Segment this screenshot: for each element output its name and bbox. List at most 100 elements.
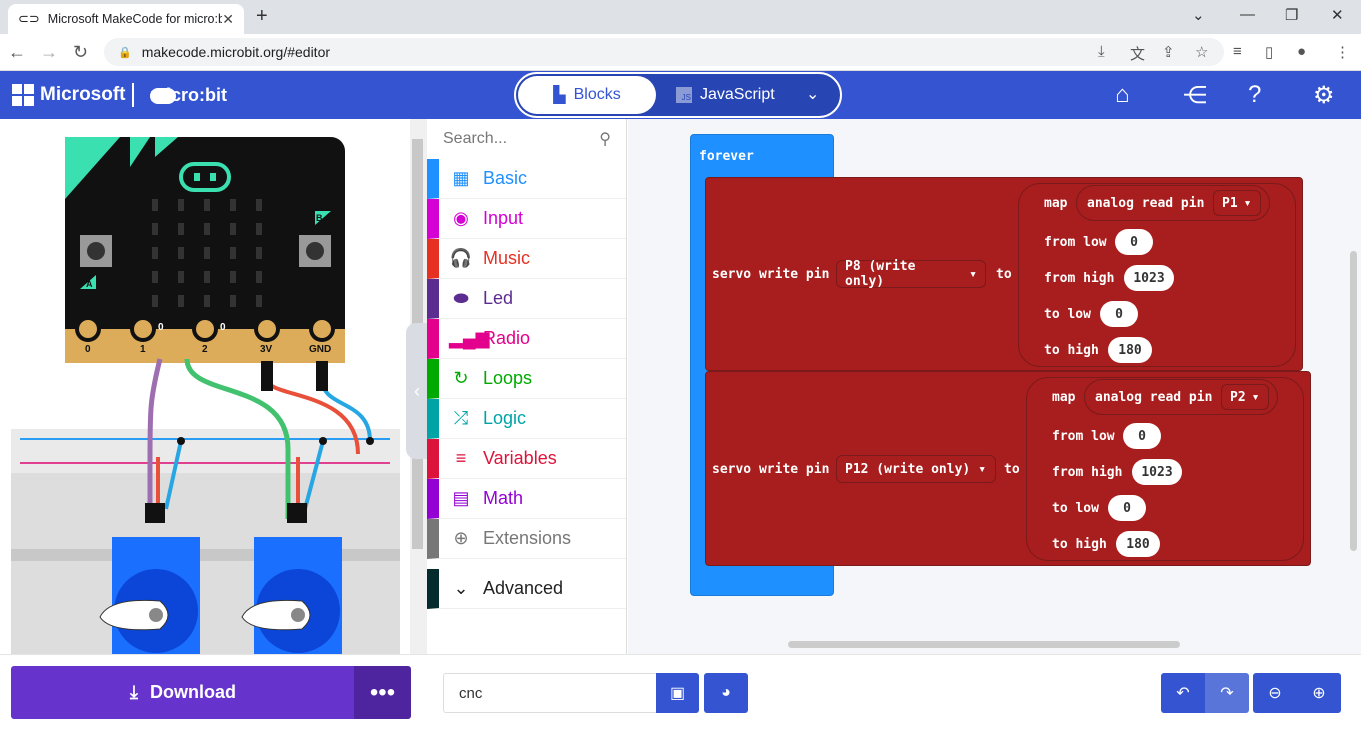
pin-gnd-label: GND — [309, 344, 331, 355]
zoom-out-icon: ⊖ — [1268, 685, 1282, 702]
workspace-horizontal-scrollbar[interactable] — [788, 641, 1180, 648]
header-divider — [132, 83, 134, 107]
home-icon[interactable]: ⌂ — [1115, 81, 1130, 109]
from-low-input-1[interactable]: 0 — [1115, 229, 1153, 255]
collapse-simulator-icon[interactable]: ‹ — [406, 323, 428, 459]
microbit-logo[interactable]: micro:bit — [150, 85, 227, 106]
zoom-in-icon: ⊕ — [1312, 685, 1326, 702]
new-tab-icon[interactable]: + — [256, 5, 268, 28]
pin-0-label: 0 — [85, 344, 91, 355]
category-music[interactable]: 🎧 Music — [427, 239, 626, 279]
reload-icon[interactable]: ↻ — [73, 42, 88, 63]
calculator-icon: ▤ — [452, 488, 470, 508]
share-icon[interactable]: ⋲ — [1183, 81, 1207, 110]
blocks-tab[interactable]: ▙ Blocks — [518, 76, 656, 114]
download-more-button[interactable]: ••• — [354, 666, 411, 719]
back-icon[interactable]: ← — [8, 42, 26, 63]
bookmark-star-icon[interactable]: ☆ — [1195, 43, 1208, 61]
from-low-input-2[interactable]: 0 — [1123, 423, 1161, 449]
media-icon[interactable]: ≡ — [1233, 43, 1242, 60]
category-math[interactable]: ▤ Math — [427, 479, 626, 519]
settings-gear-icon[interactable]: ⚙ — [1313, 81, 1335, 110]
category-input[interactable]: ◉ Input — [427, 199, 626, 239]
category-variables[interactable]: ≡ Variables — [427, 439, 626, 479]
microsoft-label: Microsoft — [40, 84, 126, 105]
chevron-down-icon: ⌄ — [453, 578, 469, 598]
lock-icon: 🔒 — [118, 46, 132, 59]
map-block-2[interactable]: map analog read pin P2 ▾ from low 0 from … — [1026, 377, 1304, 561]
category-radio[interactable]: ▂▄▆ Radio — [427, 319, 626, 359]
github-icon: ◕ — [721, 684, 731, 701]
pin-dropdown-1[interactable]: P8 (write only) ▾ — [836, 259, 986, 289]
help-icon[interactable]: ? — [1248, 81, 1261, 109]
javascript-tab[interactable]: JS JavaScript — [676, 76, 806, 114]
share-page-icon[interactable]: ⇪ — [1162, 43, 1175, 61]
tab-title: Microsoft MakeCode for micro:bi — [47, 12, 223, 26]
signal-bars-icon: ▂▄▆ — [449, 328, 490, 348]
url-field[interactable]: 🔒 makecode.microbit.org/#editor — [104, 38, 1224, 66]
search-icon[interactable]: ⚲ — [599, 129, 611, 149]
category-loops[interactable]: ↻ Loops — [427, 359, 626, 399]
download-button[interactable]: ⤓ Download — [11, 666, 355, 719]
servo-write-block-1[interactable]: servo write pin P8 (write only) ▾ to map … — [705, 177, 1303, 371]
headphones-icon: 🎧 — [449, 248, 473, 268]
download-label: Download — [149, 682, 236, 702]
restore-icon[interactable]: ❐ — [1285, 6, 1298, 24]
save-button[interactable]: ▣ — [656, 673, 699, 713]
makecode-favicon-icon: ⊂⊃ — [18, 11, 40, 26]
analog-pin-dropdown-2[interactable]: P2 ▾ — [1221, 384, 1269, 410]
tab-search-icon[interactable]: ⌄ — [1192, 6, 1205, 24]
save-disk-icon: ▣ — [669, 685, 686, 702]
category-basic[interactable]: ▦ Basic — [427, 159, 626, 199]
undo-icon: ↶ — [1176, 685, 1190, 702]
to-high-input-1[interactable]: 180 — [1108, 337, 1152, 363]
close-tab-icon[interactable]: ✕ — [222, 11, 234, 28]
workspace-vertical-scrollbar[interactable] — [1350, 251, 1357, 551]
pin-2-label: 2 — [202, 344, 208, 355]
grid-icon: ▦ — [452, 168, 470, 188]
to-low-input-1[interactable]: 0 — [1100, 301, 1138, 327]
simulator-svg[interactable]: A B 0 1 2 3V GND 0 0 — [0, 119, 410, 654]
project-name-input[interactable]: cnc — [443, 673, 657, 713]
toolbox-search[interactable]: Search... ⚲ — [427, 119, 627, 159]
browser-tab[interactable]: ⊂⊃ Microsoft MakeCode for micro:bi ✕ — [8, 4, 244, 34]
close-window-icon[interactable]: ✕ — [1331, 6, 1344, 24]
to-low-input-2[interactable]: 0 — [1108, 495, 1146, 521]
pin-3v-label: 3V — [260, 344, 273, 355]
category-advanced[interactable]: ⌄ Advanced — [427, 569, 626, 609]
from-high-input-2[interactable]: 1023 — [1132, 459, 1182, 485]
analog-read-block-1[interactable]: analog read pin P1 ▾ — [1076, 185, 1270, 221]
pin-2-value: 0 — [220, 322, 226, 333]
translate-icon[interactable]: 文 — [1130, 43, 1145, 64]
redo-button[interactable]: ↷ — [1205, 673, 1249, 713]
profile-icon[interactable]: ● — [1297, 43, 1306, 60]
blocks-tab-label: Blocks — [573, 86, 621, 103]
servo-write-block-2[interactable]: servo write pin P12 (write only) ▾ to map… — [705, 371, 1311, 566]
category-extensions[interactable]: ⊕ Extensions — [427, 519, 626, 559]
menu-kebab-icon[interactable]: ⋮ — [1335, 43, 1350, 61]
chevron-down-icon[interactable]: ⌄ — [806, 84, 819, 104]
forward-icon[interactable]: → — [40, 42, 58, 63]
pin-dropdown-2[interactable]: P12 (write only) ▾ — [836, 455, 996, 483]
from-high-input-1[interactable]: 1023 — [1124, 265, 1174, 291]
map-block-1[interactable]: map analog read pin P1 ▾ from low 0 from … — [1018, 183, 1296, 367]
category-led[interactable]: ⬬ Led — [427, 279, 626, 319]
to-high-input-2[interactable]: 180 — [1116, 531, 1160, 557]
makecode-header: Microsoft micro:bit ▙ Blocks JS JavaScri… — [0, 71, 1361, 119]
undo-button[interactable]: ↶ — [1161, 673, 1205, 713]
sidebar-icon[interactable]: ▯ — [1265, 43, 1273, 61]
simulator-panel: A B 0 1 2 3V GND 0 0 — [0, 119, 410, 654]
category-logic[interactable]: ⤮ Logic — [427, 399, 626, 439]
analog-pin-dropdown-1[interactable]: P1 ▾ — [1213, 190, 1261, 216]
to-label: to — [1004, 462, 1020, 477]
analog-read-block-2[interactable]: analog read pin P2 ▾ — [1084, 379, 1278, 415]
blocks-workspace[interactable]: forever servo write pin P8 (write only) ▾… — [628, 119, 1361, 654]
github-button[interactable]: ◕ — [704, 673, 748, 713]
minimize-icon[interactable]: — — [1240, 6, 1255, 23]
install-icon[interactable]: ⤓ — [1098, 43, 1105, 60]
zoom-in-button[interactable]: ⊕ — [1297, 673, 1341, 713]
plus-circle-icon: ⊕ — [453, 528, 469, 548]
js-icon: JS — [676, 87, 692, 103]
zoom-out-button[interactable]: ⊖ — [1253, 673, 1297, 713]
microsoft-logo[interactable]: Microsoft — [12, 84, 126, 106]
